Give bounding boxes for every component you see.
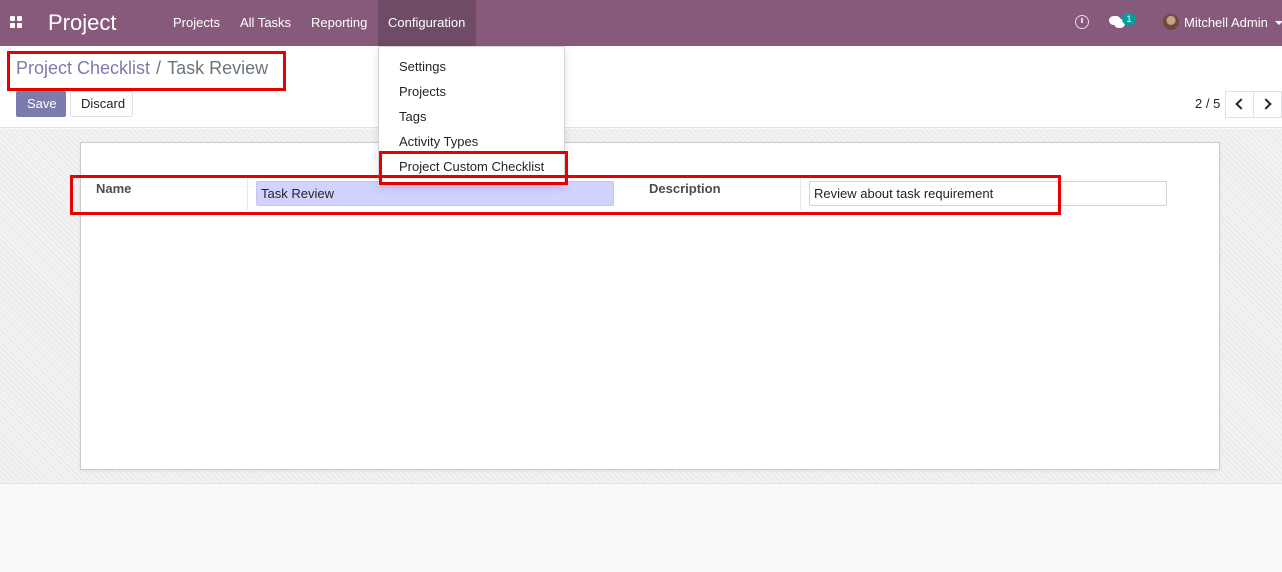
breadcrumb-parent[interactable]: Project Checklist (16, 58, 150, 78)
menu-reporting[interactable]: Reporting (301, 0, 377, 46)
column-divider (800, 178, 801, 210)
breadcrumb-separator: / (156, 58, 162, 78)
caret-down-icon[interactable] (1275, 21, 1282, 25)
pager-next-button[interactable] (1253, 91, 1282, 118)
app-title[interactable]: Project (48, 10, 116, 36)
dropdown-item-activity-types[interactable]: Activity Types (399, 134, 478, 149)
save-button[interactable]: Save (16, 91, 66, 117)
discard-button[interactable]: Discard (70, 91, 133, 117)
clock-icon[interactable] (1075, 15, 1089, 29)
form-view: Name Task Review Description Review abou… (0, 129, 1282, 484)
notification-badge: 1 (1122, 13, 1136, 25)
breadcrumb: Project Checklist / Task Review (16, 58, 268, 79)
configuration-dropdown: Settings Projects Tags Activity Types Pr… (378, 46, 565, 185)
dropdown-item-projects[interactable]: Projects (399, 84, 446, 99)
control-panel: Project Checklist / Task Review Save Disca… (0, 46, 1282, 128)
form-sheet: Name Task Review Description Review abou… (80, 142, 1220, 470)
dropdown-item-project-custom-checklist[interactable]: Project Custom Checklist (399, 159, 544, 174)
description-label: Description (649, 181, 721, 196)
chevron-right-icon (1260, 98, 1272, 110)
dropdown-item-settings[interactable]: Settings (399, 59, 446, 74)
pager-value[interactable]: 2 / 5 (1195, 96, 1220, 111)
column-divider (247, 178, 248, 210)
dropdown-item-tags[interactable]: Tags (399, 109, 426, 124)
breadcrumb-current: Task Review (167, 58, 269, 78)
menu-configuration[interactable]: Configuration (378, 0, 476, 46)
avatar[interactable] (1163, 14, 1179, 30)
description-field[interactable]: Review about task requirement (809, 181, 1167, 206)
menu-projects[interactable]: Projects (163, 0, 230, 46)
pager-previous-button[interactable] (1225, 91, 1254, 118)
name-label: Name (96, 181, 132, 196)
apps-grid-icon[interactable] (10, 16, 22, 28)
user-menu[interactable]: Mitchell Admin (1184, 15, 1268, 30)
top-navbar: Project Projects All Tasks Reporting Con… (0, 0, 1282, 46)
chevron-left-icon (1235, 98, 1247, 110)
menu-all-tasks[interactable]: All Tasks (230, 0, 301, 46)
